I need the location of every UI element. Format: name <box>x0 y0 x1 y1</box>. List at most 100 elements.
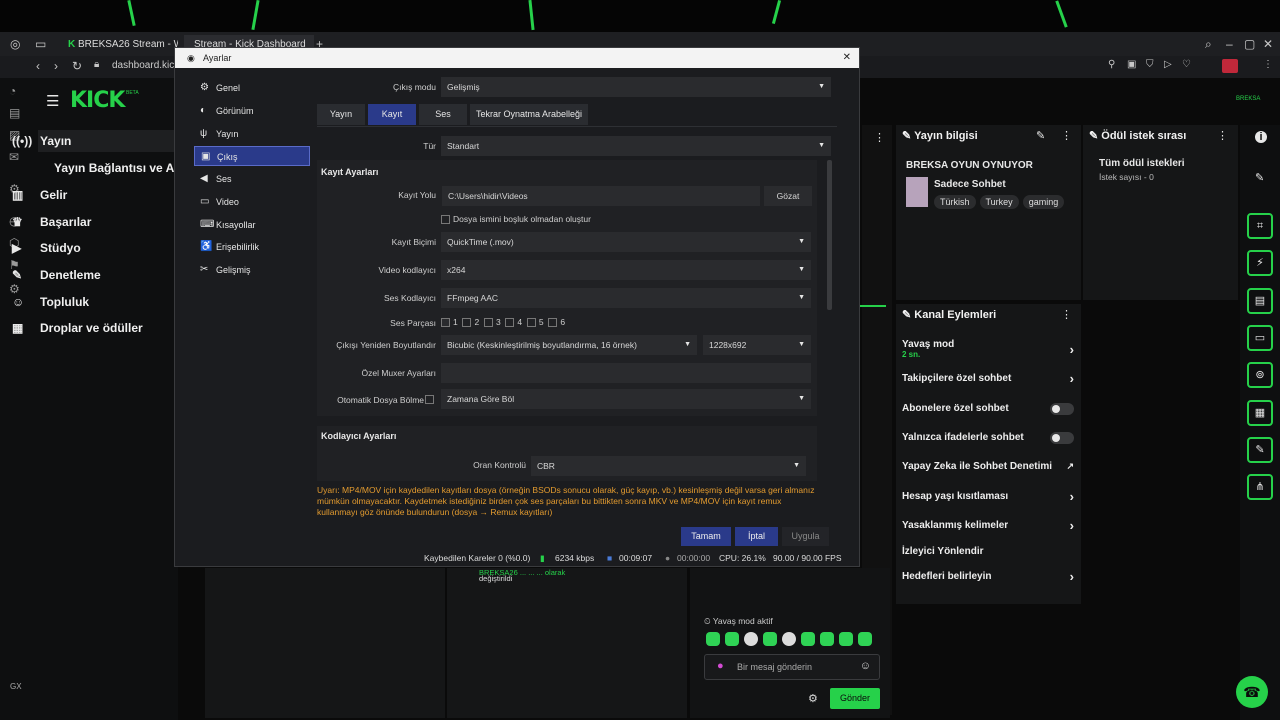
tag-chip[interactable]: Türkish <box>934 195 976 209</box>
gear-icon[interactable]: ⚙ <box>9 282 20 296</box>
nav-item-denetleme[interactable]: ✎ Denetleme <box>12 268 101 282</box>
emote-icon[interactable] <box>744 632 758 646</box>
toolbar-chat-button[interactable]: ▭ <box>1247 325 1273 351</box>
toolbar-share-button[interactable]: ⋔ <box>1247 474 1273 500</box>
track-checkbox[interactable] <box>462 318 472 328</box>
toolbar-document-button[interactable]: ▤ <box>1247 288 1273 314</box>
format-select[interactable]: QuickTime (.mov) <box>441 232 811 252</box>
action-set-goals[interactable]: Hedefleri belirleyin › <box>902 569 1074 584</box>
send-button[interactable]: Gönder <box>830 688 880 709</box>
nav-item-yayin[interactable]: ((•)) Yayın <box>12 134 71 148</box>
autosplit-checkbox[interactable] <box>425 395 434 404</box>
settings-nav-video[interactable]: ▭ Video <box>194 192 310 212</box>
scrollbar-thumb[interactable] <box>827 160 832 310</box>
subscribers-only-toggle[interactable] <box>1050 403 1074 415</box>
action-subscribers-only[interactable]: Abonelere özel sohbet <box>902 403 1074 415</box>
settings-nav-output[interactable]: ▣ Çıkış <box>194 146 310 166</box>
tab-kick-stream[interactable]: K BREKSA26 Stream - Wat <box>58 35 178 55</box>
nav-item-gelir[interactable]: ▥ Gelir <box>12 188 67 202</box>
settings-nav-accessibility[interactable]: ♿ Erişebilirlik <box>194 237 310 257</box>
chat-input[interactable]: ● Bir mesaj gönderin ☺ <box>704 654 880 680</box>
browser-menu-icon[interactable]: ◎ <box>10 37 20 51</box>
toolbar-broadcast-button[interactable]: ⊚ <box>1247 362 1273 388</box>
nav-item-stream-link[interactable]: Yayın Bağlantısı ve Ana <box>54 161 188 175</box>
emote-icon[interactable] <box>706 632 720 646</box>
output-mode-select[interactable]: Gelişmiş <box>441 77 831 97</box>
tab-audio[interactable]: Ses <box>419 104 467 125</box>
ok-button[interactable]: Tamam <box>681 527 731 546</box>
tab-replay-buffer[interactable]: Tekrar Oynatma Arabelleği <box>470 104 588 125</box>
edit-icon[interactable]: ✎ <box>1036 129 1045 142</box>
nav-item-studyo[interactable]: ▶ Stüdyo <box>12 241 81 255</box>
reload-icon[interactable]: ↻ <box>72 59 82 73</box>
settings-nav-stream[interactable]: ψ Yayın <box>194 124 310 144</box>
tab-recording[interactable]: Kayıt <box>368 104 416 125</box>
nav-item-basarilar[interactable]: ♛ Başarılar <box>12 215 91 229</box>
maximize-icon[interactable]: ▢ <box>1244 37 1255 51</box>
more-options-icon[interactable]: ⋮ <box>874 131 885 144</box>
toolbar-lightning-button[interactable]: ⚡︎ <box>1247 250 1273 276</box>
shield-icon[interactable]: ⛉ <box>1146 59 1154 70</box>
apply-button[interactable]: Uygula <box>782 527 829 546</box>
action-slow-mode[interactable]: Yavaş mod 2 sn. › <box>902 339 1074 359</box>
toolbar-scan-button[interactable]: ⌗ <box>1247 213 1273 239</box>
emoji-icon[interactable]: ☺ <box>860 660 871 672</box>
track-checkbox[interactable] <box>441 318 450 328</box>
toolbar-wrench-button[interactable]: ✎ <box>1247 437 1273 463</box>
info-icon[interactable]: i <box>1255 131 1267 143</box>
kick-logo[interactable]: KICK <box>70 88 125 113</box>
hamburger-menu-icon[interactable]: ☰ <box>46 92 59 110</box>
dialog-close-icon[interactable]: ✕ <box>843 48 851 68</box>
minimize-icon[interactable]: – <box>1226 37 1233 51</box>
tab-overview-icon[interactable]: ▭ <box>35 37 46 51</box>
pencil-icon[interactable]: ✎ <box>1255 171 1264 184</box>
play-icon[interactable]: ▷ <box>1164 59 1172 70</box>
emote-icon[interactable] <box>725 632 739 646</box>
tag-chip[interactable]: gaming <box>1022 195 1065 209</box>
track-checkbox[interactable] <box>548 318 558 328</box>
heart-icon[interactable]: ♡ <box>1182 59 1191 70</box>
settings-nav-general[interactable]: ⚙ Genel <box>194 78 310 98</box>
profile-avatar[interactable]: BREKSA <box>1236 96 1260 102</box>
nav-item-droplar[interactable]: ▦ Droplar ve ödüller <box>12 321 143 335</box>
action-followers-only[interactable]: Takipçilere özel sohbet › <box>902 371 1074 386</box>
emotes-only-toggle[interactable] <box>1050 432 1074 444</box>
audio-encoder-select[interactable]: FFmpeg AAC <box>441 288 811 308</box>
autosplit-select[interactable]: Zamana Göre Böl <box>441 389 811 409</box>
settings-nav-hotkeys[interactable]: ⌨ Kısayollar <box>194 215 310 235</box>
emote-icon[interactable] <box>763 632 777 646</box>
track-checkbox[interactable] <box>526 318 536 328</box>
tag-chip[interactable]: Turkey <box>979 195 1019 209</box>
more-options-icon[interactable]: ⋮ <box>1061 129 1072 142</box>
close-window-icon[interactable]: ✕ <box>1263 37 1273 51</box>
toolbar-layout-button[interactable]: ▦ <box>1247 400 1273 426</box>
more-options-icon[interactable]: ⋮ <box>1217 129 1228 142</box>
browse-button[interactable]: Gözat <box>764 186 812 206</box>
all-requests[interactable]: Tüm ödül istekleri <box>1099 158 1185 169</box>
more-icon[interactable]: ⋮ <box>1263 59 1273 70</box>
chat-settings-icon[interactable]: ⚙ <box>808 692 818 705</box>
nav-item-topluluk[interactable]: ☺ Topluluk <box>12 295 89 309</box>
video-encoder-select[interactable]: x264 <box>441 260 811 280</box>
action-account-age[interactable]: Hesap yaşı kısıtlaması › <box>902 489 1074 504</box>
rescale-filter-select[interactable]: Bicubic (Keskinleştirilmiş boyutlandırma… <box>441 335 697 355</box>
action-redirect-viewers[interactable]: İzleyici Yönlendir <box>902 546 1074 557</box>
settings-nav-advanced[interactable]: ✂ Gelişmiş <box>194 260 310 280</box>
emote-icon[interactable] <box>858 632 872 646</box>
mail-icon[interactable]: ✉ <box>9 150 19 164</box>
rate-control-select[interactable]: CBR <box>531 456 806 476</box>
action-ai-moderation[interactable]: Yapay Zeka ile Sohbet Denetimi ↗ <box>902 461 1074 472</box>
search-icon[interactable]: ⌕ <box>1205 37 1212 52</box>
settings-nav-audio[interactable]: ◀ Ses <box>194 169 310 189</box>
action-emotes-only[interactable]: Yalnızca ifadelerle sohbet <box>902 432 1074 444</box>
pin-icon[interactable]: ⚲ <box>1108 59 1115 70</box>
back-icon[interactable]: ‹ <box>36 59 40 73</box>
action-banned-words[interactable]: Yasaklanmış kelimeler › <box>902 518 1074 533</box>
no-space-checkbox[interactable] <box>441 215 450 225</box>
message-icon[interactable]: ▤ <box>9 106 20 120</box>
path-input[interactable]: C:\Users\hidir\Videos <box>442 186 760 206</box>
snapshot-icon[interactable]: ▣ <box>1127 59 1136 70</box>
history-icon[interactable]: ◔ <box>9 84 16 98</box>
emote-icon[interactable] <box>820 632 834 646</box>
tab-stream[interactable]: Yayın <box>317 104 365 125</box>
